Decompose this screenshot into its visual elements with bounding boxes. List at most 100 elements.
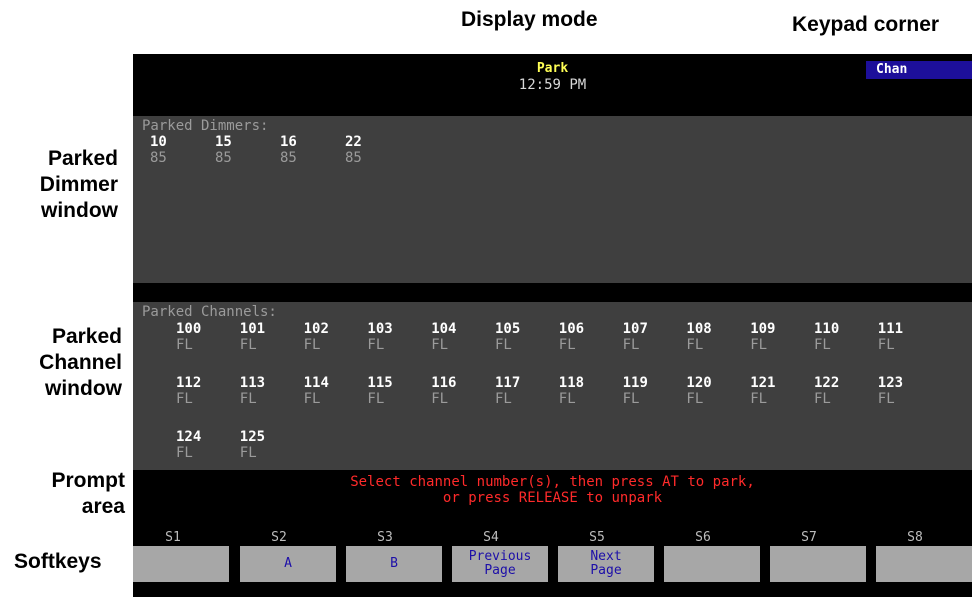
softkey-s7-button[interactable] — [770, 546, 866, 582]
softkey-s3-button[interactable]: B — [346, 546, 442, 582]
channel-number: 103 — [367, 321, 393, 337]
dimmer-level: 85 — [345, 150, 362, 166]
channel-number: 114 — [303, 375, 329, 391]
channel-number: 100 — [176, 321, 202, 337]
channel-number: 110 — [814, 321, 840, 337]
channel-level: FL — [176, 337, 193, 353]
parked-dimmers-title: Parked Dimmers: — [142, 118, 269, 134]
parked-dimmer-item: 16 85 — [280, 134, 340, 166]
channel-level: FL — [877, 337, 895, 353]
parked-dimmer-item: 10 85 — [150, 134, 210, 166]
channel-level: FL — [495, 391, 512, 407]
channel-level: FL — [877, 391, 895, 407]
parked-channel-item: 105 FL — [495, 321, 555, 353]
channel-level: FL — [303, 337, 321, 353]
channel-number: 119 — [622, 375, 648, 391]
header: Park 12:59 PM Chan — [133, 54, 972, 116]
softkeys-annotation: Softkeys — [14, 550, 102, 573]
softkey-label-s7: S7 — [801, 530, 817, 545]
parked-channel-item: 103 FL — [367, 321, 427, 353]
softkey-s6-button[interactable] — [664, 546, 760, 582]
channel-number: 123 — [877, 375, 904, 391]
parked-channel-item: 106 FL — [559, 321, 619, 353]
channel-number: 111 — [877, 321, 904, 337]
parked-channel-item: 119 FL — [623, 375, 683, 407]
annotation-line: window — [41, 199, 118, 222]
channel-level: FL — [495, 337, 512, 353]
channel-level: FL — [622, 337, 640, 353]
channel-level: FL — [303, 391, 321, 407]
clock: 12:59 PM — [518, 77, 587, 93]
channel-number: 118 — [558, 375, 585, 391]
channel-level: FL — [367, 391, 385, 407]
channel-number: 121 — [750, 375, 776, 391]
channel-level: FL — [239, 337, 257, 353]
window-divider — [133, 283, 972, 302]
parked-channel-item: 122 FL — [814, 375, 874, 407]
channel-level: FL — [686, 391, 704, 407]
channel-number: 101 — [239, 321, 266, 337]
channel-level: FL — [686, 337, 704, 353]
dimmer-level: 85 — [280, 150, 297, 166]
channel-number: 124 — [176, 429, 202, 445]
channel-number: 104 — [431, 321, 457, 337]
softkey-label-s3: S3 — [377, 530, 393, 545]
channel-level: FL — [176, 445, 193, 461]
annotation-line: Parked — [47, 147, 118, 170]
channel-number: 122 — [814, 375, 840, 391]
softkey-button-text: Previous — [468, 549, 532, 564]
display-mode: Park — [536, 61, 569, 76]
softkey-label-s8: S8 — [907, 530, 923, 545]
softkey-label-s4: S4 — [483, 530, 499, 545]
dimmer-number: 16 — [280, 134, 297, 150]
keypad-corner-annotation: Keypad corner — [792, 13, 940, 36]
parked-channel-item: 112 FL — [176, 375, 236, 407]
prompt-area: Select channel number(s), then press AT … — [133, 470, 972, 532]
softkey-button-text: B — [390, 556, 398, 571]
parked-channel-item: 113 FL — [240, 375, 300, 407]
channel-number: 115 — [367, 375, 393, 391]
softkey-button-text: Page — [590, 563, 622, 578]
prompt-line-1: Select channel number(s), then press AT … — [350, 474, 755, 490]
dimmer-number: 22 — [345, 134, 362, 150]
parked-dimmer-window: Parked Dimmers: 10 85 15 85 16 85 22 85 — [133, 116, 972, 283]
channel-number: 125 — [239, 429, 266, 445]
annotation-line: Dimmer — [39, 173, 118, 196]
annotation-line: Parked — [51, 325, 122, 348]
keypad-corner: Chan — [866, 61, 972, 79]
softkey-s1-button[interactable] — [133, 546, 229, 582]
channel-level: FL — [750, 337, 768, 353]
parked-channel-item: 117 FL — [495, 375, 555, 407]
annotation-line: window — [45, 377, 122, 400]
softkey-s8-button[interactable] — [876, 546, 972, 582]
parked-channel-item: 108 FL — [686, 321, 746, 353]
parked-channel-item: 111 FL — [878, 321, 938, 353]
softkey-s4-button[interactable]: Previous Page — [452, 546, 548, 582]
channel-number: 105 — [495, 321, 521, 337]
channel-level: FL — [814, 391, 831, 407]
parked-channel-item: 110 FL — [814, 321, 874, 353]
channel-level: FL — [239, 391, 257, 407]
dimmer-level: 85 — [150, 150, 167, 166]
parked-channel-item: 114 FL — [304, 375, 364, 407]
channel-level: FL — [750, 391, 768, 407]
annotation-line: Prompt — [51, 469, 126, 492]
channel-level: FL — [431, 337, 449, 353]
softkey-s2-button[interactable]: A — [240, 546, 336, 582]
parked-channel-item: 109 FL — [750, 321, 810, 353]
dimmer-number: 10 — [150, 134, 167, 150]
channel-level: FL — [558, 391, 576, 407]
channel-number: 120 — [686, 375, 712, 391]
parked-dimmer-window-annotation: Parked Dimmer window — [0, 146, 118, 224]
parked-channel-item: 116 FL — [431, 375, 491, 407]
parked-channel-item: 124 FL — [176, 429, 236, 461]
channel-number: 113 — [239, 375, 266, 391]
softkey-s5-button[interactable]: Next Page — [558, 546, 654, 582]
channel-level: FL — [622, 391, 640, 407]
parked-channel-item: 118 FL — [559, 375, 619, 407]
prompt-area-annotation: Prompt area — [0, 468, 126, 520]
parked-channel-item: 120 FL — [686, 375, 746, 407]
channel-number: 117 — [495, 375, 521, 391]
parked-dimmer-item: 15 85 — [215, 134, 275, 166]
dimmer-number: 15 — [215, 134, 232, 150]
